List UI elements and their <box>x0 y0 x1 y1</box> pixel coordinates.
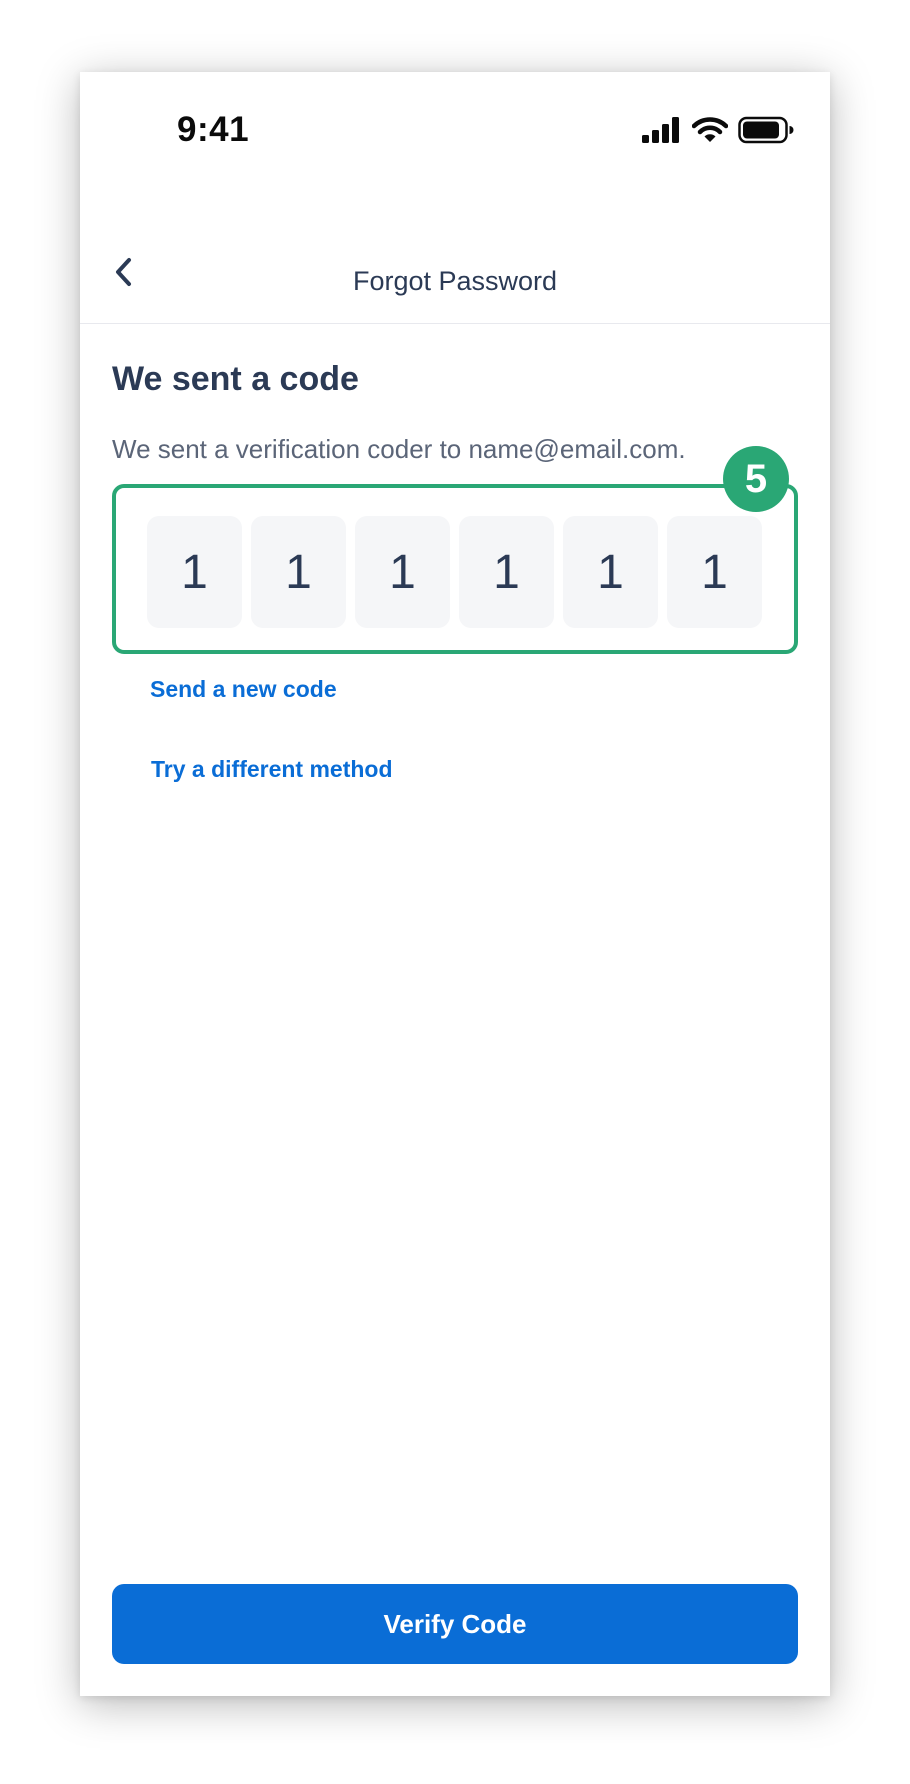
wifi-icon <box>692 117 728 142</box>
battery-icon <box>738 116 794 144</box>
code-digit-3[interactable] <box>355 516 450 628</box>
code-digit-4[interactable] <box>459 516 554 628</box>
page-title: Forgot Password <box>352 266 558 296</box>
code-digit-6[interactable] <box>667 516 762 628</box>
code-digit-1[interactable] <box>147 516 242 628</box>
send-new-code-link[interactable]: Send a new code <box>150 676 337 703</box>
navigation-bar: Forgot Password <box>80 182 830 324</box>
status-time: 9:41 <box>177 110 250 149</box>
step-badge: 5 <box>723 446 789 512</box>
status-bar: 9:41 <box>80 72 830 172</box>
code-digit-2[interactable] <box>251 516 346 628</box>
cellular-signal-icon <box>642 117 679 143</box>
section-heading: We sent a code <box>112 360 359 398</box>
try-different-method-link[interactable]: Try a different method <box>151 756 393 783</box>
code-digit-5[interactable] <box>563 516 658 628</box>
verification-code-input <box>147 516 762 628</box>
verification-message: We sent a verification coder to name@ema… <box>112 434 686 464</box>
phone-screen: 9:41 Forgot Password We sent a code We s… <box>80 72 830 1696</box>
verify-code-button[interactable]: Verify Code <box>112 1584 798 1664</box>
status-icons <box>642 116 794 144</box>
